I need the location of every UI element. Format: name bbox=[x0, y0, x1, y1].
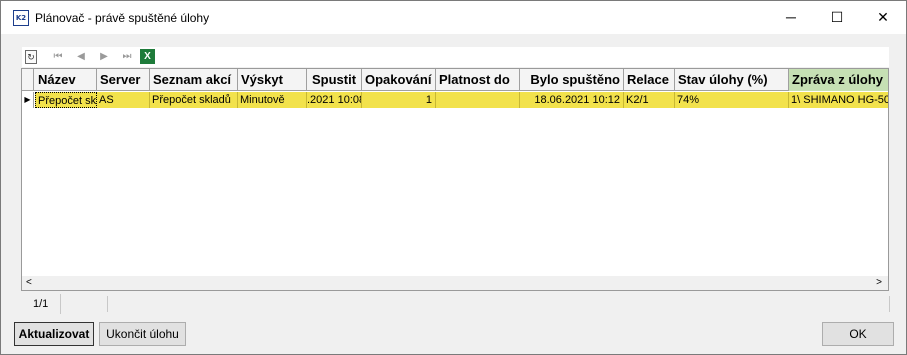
status-divider bbox=[889, 296, 890, 312]
cell-task-status[interactable]: 74% bbox=[675, 92, 789, 108]
status-divider bbox=[107, 296, 108, 312]
minimize-button[interactable]: ─ bbox=[768, 1, 814, 34]
cell-server[interactable]: AS bbox=[97, 92, 150, 108]
first-record-icon[interactable]: ⏮ bbox=[49, 48, 67, 66]
horizontal-scrollbar[interactable]: < > bbox=[22, 276, 888, 290]
column-header-repeat[interactable]: Opakování bbox=[362, 69, 436, 91]
cell-action-list[interactable]: Přepočet skladů bbox=[150, 92, 238, 108]
column-header-task-message[interactable]: Zpráva z úlohy bbox=[789, 69, 888, 91]
table-row[interactable]: ▶ Přepočet skl AS Přepočet skladů Minuto… bbox=[22, 92, 888, 108]
cell-occurrence[interactable]: Minutově bbox=[238, 92, 307, 108]
page-indicator: 1/1 bbox=[21, 294, 61, 314]
app-icon: K2 bbox=[13, 10, 29, 26]
refresh-button[interactable]: Aktualizovat bbox=[14, 322, 94, 346]
column-header-start[interactable]: Spustit bbox=[307, 69, 362, 91]
scroll-left-icon[interactable]: < bbox=[26, 276, 32, 290]
next-record-icon[interactable]: ▶ bbox=[95, 48, 113, 66]
cell-was-started[interactable]: 18.06.2021 10:12 bbox=[520, 92, 624, 108]
excel-export-icon[interactable]: X bbox=[140, 49, 155, 64]
running-tasks-grid[interactable]: Název Server Seznam akcí Výskyt Spustit … bbox=[21, 68, 889, 291]
cell-session[interactable]: K2/1 bbox=[624, 92, 675, 108]
column-header-was-started[interactable]: Bylo spuštěno bbox=[520, 69, 624, 91]
grid-toolbar: ↻ ⏮ ◀ ▶ ⏭ X bbox=[22, 47, 889, 67]
column-header-occurrence[interactable]: Výskyt bbox=[238, 69, 307, 91]
column-header-valid-until[interactable]: Platnost do bbox=[436, 69, 520, 91]
current-row-indicator-icon: ▶ bbox=[22, 92, 34, 108]
cell-task-message[interactable]: 1\ SHIMANO HG-50 8 bbox=[789, 92, 888, 108]
refresh-icon[interactable]: ↻ bbox=[25, 50, 37, 64]
close-button[interactable]: ✕ bbox=[860, 1, 906, 34]
ok-button[interactable]: OK bbox=[822, 322, 894, 346]
cell-start[interactable]: .2021 10:08 bbox=[307, 92, 362, 108]
cell-name[interactable]: Přepočet skl bbox=[35, 92, 97, 108]
last-record-icon[interactable]: ⏭ bbox=[118, 48, 136, 66]
column-header-name[interactable]: Název bbox=[35, 69, 97, 91]
column-header-task-status[interactable]: Stav úlohy (%) bbox=[675, 69, 789, 91]
previous-record-icon[interactable]: ◀ bbox=[72, 48, 90, 66]
scheduler-window: K2 Plánovač - právě spuštěné úlohy ─ ☐ ✕… bbox=[0, 0, 907, 355]
window-title: Plánovač - právě spuštěné úlohy bbox=[35, 11, 210, 25]
status-bar: 1/1 bbox=[21, 294, 890, 314]
stop-task-button[interactable]: Ukončit úlohu bbox=[99, 322, 186, 346]
cell-valid-until[interactable] bbox=[436, 92, 520, 108]
column-header-action-list[interactable]: Seznam akcí bbox=[150, 69, 238, 91]
grid-header: Název Server Seznam akcí Výskyt Spustit … bbox=[22, 69, 888, 91]
column-header-server[interactable]: Server bbox=[97, 69, 150, 91]
row-indicator-header bbox=[22, 69, 34, 91]
cell-repeat[interactable]: 1 bbox=[362, 92, 436, 108]
title-bar: K2 Plánovač - právě spuštěné úlohy ─ ☐ ✕ bbox=[1, 1, 906, 34]
scroll-right-icon[interactable]: > bbox=[876, 276, 882, 290]
column-header-session[interactable]: Relace bbox=[624, 69, 675, 91]
maximize-button[interactable]: ☐ bbox=[814, 1, 860, 34]
